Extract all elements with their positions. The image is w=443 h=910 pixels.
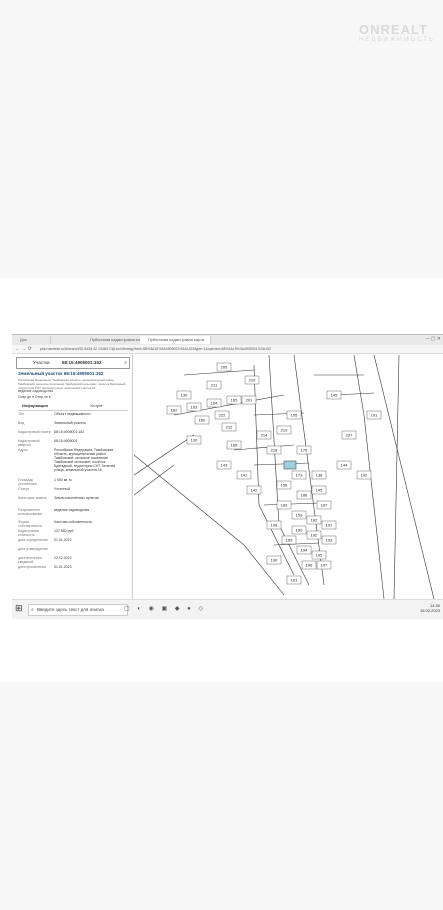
parcel-number-label: 176	[301, 448, 308, 453]
parcel-title: Земельный участок 68:15:4905001:152	[18, 371, 104, 376]
parcel-number-label: 138	[316, 473, 323, 478]
address-bar[interactable]: ← → ⟳ pkk.rosreestr.ru/#/search/52.6435,…	[12, 345, 443, 354]
tab-info[interactable]: Информация	[22, 402, 48, 410]
taskbar-app-icons[interactable]: ▢ ◐ ◉ ▣ ◆ ● ◇	[124, 604, 206, 614]
nav-buttons[interactable]: ← → ⟳	[15, 345, 32, 353]
parcel-number-label: 201	[246, 398, 253, 403]
search-category[interactable]: Участки	[33, 358, 50, 368]
parcel-number-label: 183	[281, 503, 288, 508]
parcel-number-label: 191	[371, 413, 378, 418]
system-tray-clock[interactable]: 14:30 15.02.2023	[420, 603, 440, 613]
tab-doc[interactable]: Док	[12, 336, 51, 344]
browser-screenshot: Док Публичная кадастровая карта Публична…	[12, 334, 443, 619]
parcel-number-label: 187	[321, 503, 328, 508]
parcel-number-label: 165	[231, 398, 238, 403]
parcel-number-label: 191	[326, 523, 333, 528]
parcel-use: ведение садоводства	[18, 389, 54, 393]
search-value[interactable]: 68:15:4905001:152	[62, 358, 102, 368]
parcel-number-label: 212	[226, 425, 233, 430]
parcel-number-label: 190	[296, 528, 303, 533]
tab-cadastral-1[interactable]: Публичная кадастровая карта	[82, 336, 149, 344]
search-icon[interactable]: ⌕	[124, 358, 127, 368]
parcel-number-label: 193	[326, 538, 333, 543]
parcel-number-label: 142	[251, 488, 258, 493]
parcel-number-label: 141	[241, 473, 248, 478]
taskbar-search-input[interactable]: ⌕ Введите здесь текст для поиска	[28, 604, 128, 616]
parcel-number-label: 145	[316, 488, 323, 493]
plot-labels: 205 130 162 163 164 165 160 222 201 210 211 212 130 1…	[166, 362, 382, 585]
parcel-number-label: 218	[271, 448, 278, 453]
tab-cadastral-2[interactable]: Публичная кадастровая карта	[140, 336, 211, 344]
parcel-number-label: 192	[311, 533, 318, 538]
parcel-number-label: 164	[211, 401, 218, 406]
window-controls[interactable]: ─ ▢ ✕	[426, 336, 441, 342]
parcel-number-label: 161	[291, 578, 298, 583]
search-input[interactable]: Участки 68:15:4905001:152 ⌕	[16, 357, 130, 369]
parcel-number-label: 199	[286, 538, 293, 543]
browser-tab-bar: Док Публичная кадастровая карта Публична…	[12, 335, 443, 345]
parcel-number-label: 188	[301, 493, 308, 498]
parcel-number-label: 182	[311, 518, 318, 523]
parcel-number-label: 130	[191, 438, 198, 443]
map-canvas[interactable]: 205 130 162 163 164 165 160 222 201 210 211 212 130 1…	[133, 354, 443, 600]
parcel-number-label: 214	[261, 433, 268, 438]
photo-background-bottom	[0, 682, 443, 910]
url-field[interactable]: pkk.rosreestr.ru/#/search/52.6435,42.133…	[40, 346, 439, 352]
parcel-number-label: 213	[281, 428, 288, 433]
panel-tabs: Информация Услуги	[18, 402, 128, 411]
parcel-number-label: 198	[271, 523, 278, 528]
parcel-number-label: 159	[296, 513, 303, 518]
parcel-number-label: 205	[221, 365, 228, 370]
parcel-number-label: 190	[271, 558, 278, 563]
parcel-number-label: 197	[321, 563, 328, 568]
windows-start-icon[interactable]: ⊞	[15, 604, 23, 613]
parcel-number-label: 166	[231, 443, 238, 448]
parcel-number-label: 222	[219, 413, 226, 418]
parcel-number-label: 237	[346, 433, 353, 438]
parcel-number-label: 163	[191, 405, 198, 410]
watermark-logo: ONREALT НЕДВИЖИМОСТЬ	[359, 22, 435, 43]
parcel-number-label: 143	[221, 463, 228, 468]
info-panel: Участки 68:15:4905001:152 ⌕ Земельный уч…	[14, 355, 133, 599]
cadastral-map[interactable]: 205 130 162 163 164 165 160 222 201 210 211 212 130 1…	[133, 354, 443, 615]
parcel-number-label: 194	[301, 548, 308, 553]
parcel-number-label: 195	[291, 413, 298, 418]
parcel-number-label: 192	[361, 473, 368, 478]
parcel-number-label: 173	[296, 473, 303, 478]
taskbar: ⊞ ⌕ Введите здесь текст для поиска ▢ ◐ ◉…	[12, 599, 443, 619]
parcel-number-label: 196	[306, 563, 313, 568]
selected-parcel	[283, 460, 297, 470]
parcel-number-label: 195	[316, 553, 323, 558]
parcel-number-label: 145	[331, 393, 338, 398]
search-icon: ⌕	[31, 607, 34, 613]
parcel-links[interactable]: Отвр.де ▾ Отвр.ле ▾	[18, 395, 51, 399]
parcel-number-label: 144	[341, 463, 348, 468]
parcel-number-label: 211	[211, 383, 218, 388]
photo-background-top: ONREALT НЕДВИЖИМОСТЬ	[0, 0, 443, 278]
parcel-number-label: 210	[249, 378, 256, 383]
parcel-number-label: 160	[199, 418, 206, 423]
tab-services[interactable]: Услуги	[90, 402, 102, 410]
parcel-number-label: 162	[171, 408, 178, 413]
parcel-number-label: 158	[281, 483, 288, 488]
parcel-number-label: 130	[181, 393, 188, 398]
